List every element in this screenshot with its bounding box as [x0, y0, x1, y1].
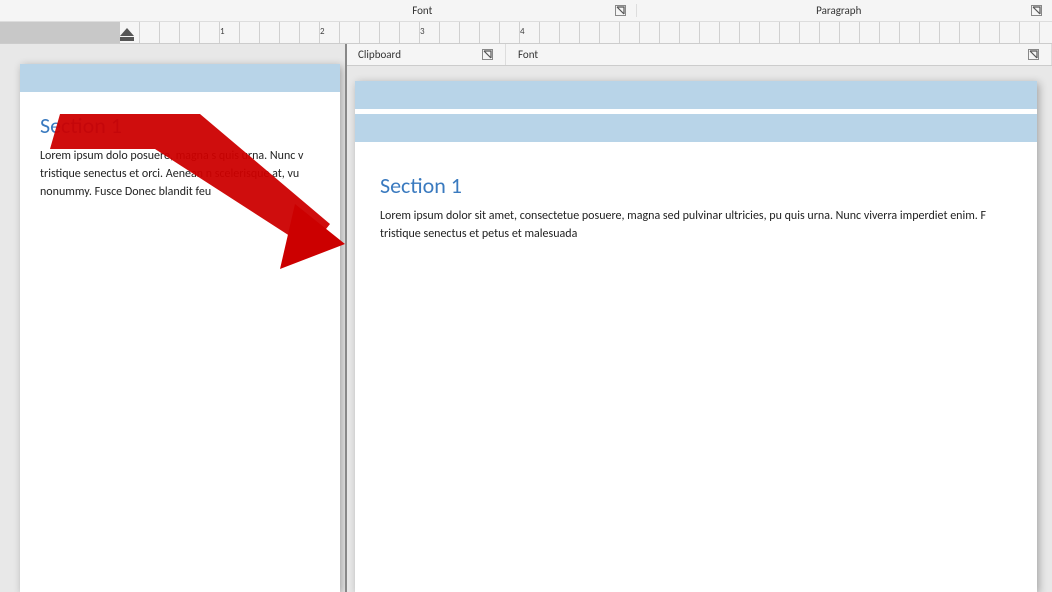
ribbon-group-font: Font: [0, 4, 637, 17]
ribbon-group-paragraph: Paragraph: [637, 4, 1052, 17]
font-expand-icon-2[interactable]: [1028, 49, 1039, 60]
body-text-left: Lorem ipsum dolo posuere, magna s quis u…: [40, 147, 320, 201]
clipboard-expand-icon[interactable]: [482, 49, 493, 60]
ruler-mark-4: 4: [520, 26, 525, 37]
ruler-mark-3: 3: [420, 26, 425, 37]
panel-divider: [345, 44, 347, 592]
paragraph-expand-icon[interactable]: [1031, 5, 1042, 16]
doc-title-bar-left: [20, 64, 340, 92]
ribbon-second: Clipboard Font: [345, 44, 1052, 66]
ruler-mark-1: 1: [220, 26, 225, 37]
ruler: 1 2 3 4: [0, 22, 1052, 44]
doc-page-left[interactable]: Section 1 Lorem ipsum dolo posuere, magn…: [20, 64, 340, 592]
right-panel: Clipboard Font Section 1 Lorem ipsum dol…: [345, 44, 1052, 592]
doc-left-panel: Section 1 Lorem ipsum dolo posuere, magn…: [0, 44, 345, 592]
doc-title-bar-right: [355, 81, 1037, 109]
ribbon-top: Font Paragraph: [0, 0, 1052, 22]
main-area: Section 1 Lorem ipsum dolo posuere, magn…: [0, 44, 1052, 592]
right-header-bar: [355, 114, 1037, 142]
section-heading-right: Section 1: [380, 172, 1012, 199]
font-expand-icon[interactable]: [615, 5, 626, 16]
body-text-right: Lorem ipsum dolor sit amet, consectetue …: [380, 207, 1012, 243]
ribbon-clipboard-group: Clipboard: [346, 44, 506, 65]
section-heading-left: Section 1: [40, 112, 320, 139]
ruler-mark-2: 2: [320, 26, 325, 37]
ribbon-font-group: Font: [506, 44, 1052, 65]
doc-page-right[interactable]: Section 1 Lorem ipsum dolor sit amet, co…: [355, 81, 1037, 592]
